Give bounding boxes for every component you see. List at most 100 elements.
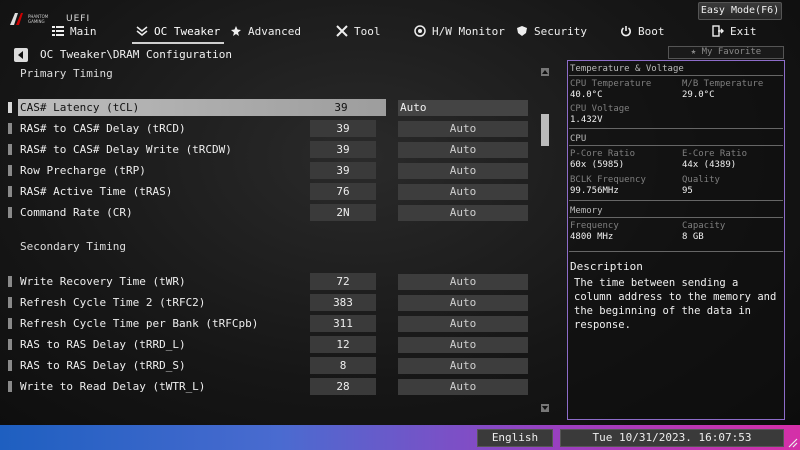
- shield-icon: [516, 25, 528, 37]
- setting-row-trcdw[interactable]: RAS# to CAS# Delay Write (tRCDW) 39 Auto: [8, 141, 538, 158]
- setting-option-input[interactable]: Auto: [398, 121, 528, 137]
- breadcrumb: OC Tweaker\DRAM Configuration: [40, 48, 233, 61]
- setting-option-input[interactable]: Auto: [398, 205, 528, 221]
- setting-option-input[interactable]: Auto: [398, 274, 528, 290]
- setting-row-twr[interactable]: Write Recovery Time (tWR) 72 Auto: [8, 273, 538, 290]
- panel-divider: [569, 200, 783, 201]
- back-button[interactable]: [14, 48, 28, 62]
- row-marker: [8, 102, 12, 113]
- setting-value: 39: [310, 162, 376, 179]
- mem-frequency-label: Frequency: [570, 221, 619, 231]
- setting-option-input[interactable]: Auto: [398, 100, 528, 116]
- scroll-thumb[interactable]: [541, 114, 549, 146]
- tab-security[interactable]: Security: [516, 22, 587, 40]
- setting-row-trp[interactable]: Row Precharge (tRP) 39 Auto: [8, 162, 538, 179]
- section-title-secondary: Secondary Timing: [20, 240, 126, 253]
- language-button[interactable]: English: [477, 429, 553, 447]
- active-tab-underline: [132, 42, 225, 44]
- setting-row-trrd-s[interactable]: RAS to RAS Delay (tRRD_S) 8 Auto: [8, 357, 538, 374]
- setting-row-trcd[interactable]: RAS# to CAS# Delay (tRCD) 39 Auto: [8, 120, 538, 137]
- setting-row-trrd-l[interactable]: RAS to RAS Delay (tRRD_L) 12 Auto: [8, 336, 538, 353]
- panel-heading-temp: Temperature & Voltage: [570, 64, 684, 74]
- list-icon: [52, 25, 64, 37]
- ecore-ratio-label: E-Core Ratio: [682, 149, 748, 159]
- resize-grip-icon: [788, 438, 798, 448]
- panel-heading-memory: Memory: [570, 206, 603, 216]
- panel-divider: [569, 217, 783, 218]
- setting-value: 12: [310, 336, 376, 353]
- tab-main[interactable]: Main: [52, 22, 97, 40]
- section-title-primary: Primary Timing: [20, 67, 113, 80]
- setting-option-input[interactable]: Auto: [398, 295, 528, 311]
- row-marker: [8, 123, 12, 134]
- info-panel: Temperature & Voltage CPU Temperature M/…: [567, 60, 785, 420]
- setting-option-input[interactable]: Auto: [398, 379, 528, 395]
- setting-option-input[interactable]: Auto: [398, 337, 528, 353]
- mem-frequency-value: 4800 MHz: [570, 232, 614, 242]
- phantom-gaming-logo-icon: [8, 11, 24, 27]
- setting-value: 76: [310, 183, 376, 200]
- pcore-ratio-label: P-Core Ratio: [570, 149, 636, 159]
- mem-capacity-label: Capacity: [682, 221, 726, 231]
- cpu-temp-value: 40.0°C: [570, 90, 603, 100]
- setting-option-input[interactable]: Auto: [398, 358, 528, 374]
- row-marker: [8, 360, 12, 371]
- my-favorite-button[interactable]: ★ My Favorite: [668, 46, 784, 59]
- panel-divider: [569, 128, 783, 129]
- datetime-display: Tue 10/31/2023. 16:07:53: [560, 429, 784, 447]
- panel-divider: [569, 251, 783, 252]
- setting-option-input[interactable]: Auto: [398, 184, 528, 200]
- tab-hw-monitor[interactable]: H/W Monitor: [414, 22, 505, 40]
- setting-row-tras[interactable]: RAS# Active Time (tRAS) 76 Auto: [8, 183, 538, 200]
- star-arrow-icon: [230, 25, 242, 37]
- row-marker: [8, 165, 12, 176]
- exit-icon: [712, 25, 724, 37]
- setting-value: 39: [310, 120, 376, 137]
- setting-option-input[interactable]: Auto: [398, 142, 528, 158]
- easy-mode-button[interactable]: Easy Mode(F6): [698, 2, 782, 20]
- panel-divider: [569, 75, 783, 76]
- description-text: The time between sending a column addres…: [574, 277, 777, 331]
- row-marker: [8, 144, 12, 155]
- setting-value: 72: [310, 273, 376, 290]
- cpu-voltage-label: CPU Voltage: [570, 104, 630, 114]
- monitor-icon: [414, 25, 426, 37]
- quality-label: Quality: [682, 175, 720, 185]
- quality-value: 95: [682, 186, 693, 196]
- scroll-down-arrow-icon[interactable]: [541, 404, 549, 412]
- mb-temp-label: M/B Temperature: [682, 79, 764, 89]
- cpu-temp-label: CPU Temperature: [570, 79, 652, 89]
- tab-advanced[interactable]: Advanced: [230, 22, 301, 40]
- setting-row-trfc2[interactable]: Refresh Cycle Time 2 (tRFC2) 383 Auto: [8, 294, 538, 311]
- pcore-ratio-value: 60x (5985): [570, 160, 625, 170]
- chevrons-icon: [136, 25, 148, 37]
- setting-row-tcl[interactable]: CAS# Latency (tCL) 39 Auto: [8, 99, 538, 116]
- setting-value: 383: [310, 294, 376, 311]
- tab-boot[interactable]: Boot: [620, 22, 665, 40]
- settings-scrollbar[interactable]: [541, 68, 549, 412]
- row-marker: [8, 297, 12, 308]
- setting-value: 39: [310, 141, 376, 158]
- setting-row-twtr-l[interactable]: Write to Read Delay (tWTR_L) 28 Auto: [8, 378, 538, 395]
- tab-exit[interactable]: Exit: [712, 22, 757, 40]
- setting-value: 311: [310, 315, 376, 332]
- setting-row-cr[interactable]: Command Rate (CR) 2N Auto: [8, 204, 538, 221]
- power-icon: [620, 25, 632, 37]
- tools-icon: [336, 25, 348, 37]
- row-marker: [8, 207, 12, 218]
- tab-tool[interactable]: Tool: [336, 22, 381, 40]
- row-marker: [8, 186, 12, 197]
- description-title: Description: [570, 260, 643, 273]
- ecore-ratio-value: 44x (4389): [682, 160, 737, 170]
- mb-temp-value: 29.0°C: [682, 90, 715, 100]
- mem-capacity-value: 8 GB: [682, 232, 704, 242]
- setting-value: 39: [334, 101, 348, 114]
- star-icon: ★: [690, 47, 697, 57]
- setting-row-trfcpb[interactable]: Refresh Cycle Time per Bank (tRFCpb) 311…: [8, 315, 538, 332]
- panel-divider: [569, 145, 783, 146]
- scroll-up-arrow-icon[interactable]: [541, 68, 549, 76]
- tab-oc-tweaker[interactable]: OC Tweaker: [132, 22, 225, 44]
- setting-option-input[interactable]: Auto: [398, 316, 528, 332]
- setting-value: 8: [310, 357, 376, 374]
- setting-option-input[interactable]: Auto: [398, 163, 528, 179]
